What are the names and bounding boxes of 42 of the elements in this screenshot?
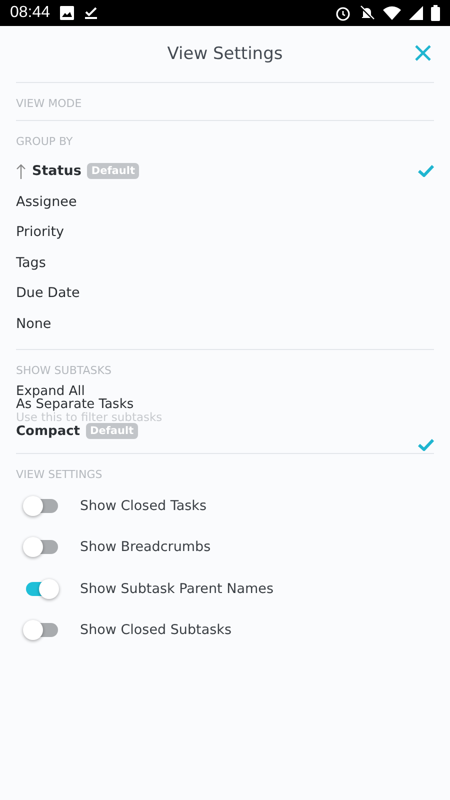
checkmark-icon (418, 439, 434, 451)
option-label: Assignee (16, 194, 77, 210)
toggle-switch[interactable] (26, 540, 58, 554)
default-badge: Default (86, 423, 138, 439)
muted-bell-icon (359, 5, 375, 21)
wifi-icon (383, 6, 401, 20)
option-label: Due Date (16, 285, 80, 302)
group-option[interactable]: Due Date (16, 278, 434, 308)
page-title: View Settings (167, 44, 283, 64)
group-option[interactable]: Priority (16, 217, 434, 248)
sort-arrow-icon (16, 163, 26, 180)
image-icon (60, 6, 74, 20)
option-label: None (16, 316, 52, 332)
group-option[interactable]: Status Default (16, 156, 434, 186)
section-heading: VIEW SETTINGS (16, 468, 104, 481)
default-badge: Default (87, 163, 139, 180)
signal-icon (409, 6, 423, 20)
option-label[interactable]: As Separate Tasks (16, 398, 134, 411)
option-label[interactable]: Compact (16, 424, 80, 438)
section-heading: GROUP BY (16, 135, 74, 148)
section-heading: VIEW MODE (16, 97, 83, 110)
option-label: Priority (16, 224, 64, 240)
toggle-switch[interactable] (26, 498, 58, 513)
option-label: Status (32, 163, 82, 180)
group-option[interactable]: None (16, 308, 434, 339)
toggle-label: Show Closed Subtasks (80, 622, 232, 638)
option-label: Tags (16, 254, 46, 271)
toggle-label: Show Breadcrumbs (80, 539, 211, 556)
section-heading: SHOW SUBTASKS (16, 364, 112, 377)
group-option[interactable]: Assignee (16, 186, 434, 217)
toggle-switch[interactable] (26, 623, 58, 638)
checkmark-icon (418, 165, 434, 178)
close-icon (414, 44, 432, 62)
download-done-icon (84, 6, 98, 20)
battery-icon (431, 5, 440, 21)
toggle-label: Show Closed Tasks (80, 498, 207, 514)
alarm-icon (335, 5, 351, 21)
toggle-label: Show Subtask Parent Names (80, 580, 274, 597)
group-option[interactable]: Tags (16, 248, 434, 278)
clock: 08:44 (10, 4, 50, 22)
option-label[interactable]: Expand All (16, 385, 85, 398)
toggle-switch[interactable] (26, 582, 58, 596)
